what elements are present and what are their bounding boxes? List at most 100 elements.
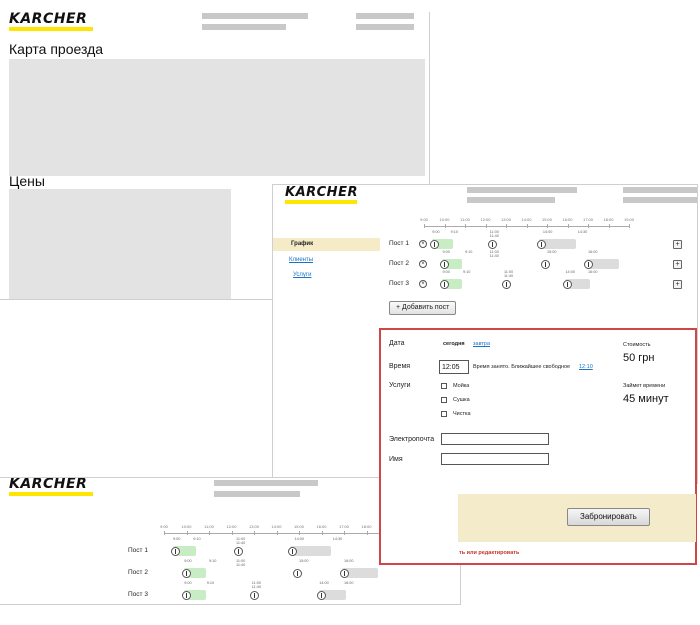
timeline-tick-label: 10:00 <box>181 524 192 529</box>
slot-handle-icon[interactable] <box>540 260 550 269</box>
booked-slot[interactable] <box>440 259 462 269</box>
booked-slot[interactable] <box>288 546 331 556</box>
timeline-tick <box>444 224 446 228</box>
date-tomorrow-link[interactable]: завтра <box>473 341 490 347</box>
nav-item-services[interactable]: Услуги <box>293 272 311 278</box>
timeline-tick <box>276 531 278 535</box>
booked-slot[interactable] <box>430 239 453 249</box>
slot-time-label: 16:00 <box>588 250 598 254</box>
timeline-tick <box>608 224 610 228</box>
slot-time-label: 9:10 <box>450 230 459 234</box>
timeline-tick <box>366 531 368 535</box>
header-placeholder <box>202 13 308 19</box>
booked-slot[interactable] <box>317 590 347 600</box>
remove-post-icon[interactable]: × <box>419 280 427 288</box>
slot-time-label: 9:00 <box>173 537 181 541</box>
timeline-tick <box>209 531 210 535</box>
karcher-logo: KÄRCHER <box>285 185 358 200</box>
slot-handle-icon[interactable] <box>583 260 593 269</box>
timeline-tick-label: 13:00 <box>248 524 260 529</box>
timeline-tick-label: 11:00 <box>204 524 214 529</box>
duration-value: 45 минут <box>623 393 669 405</box>
nav-item-clients[interactable]: Клиенты <box>289 257 313 263</box>
email-field[interactable] <box>441 433 549 445</box>
slot-time-label: 14:00 <box>542 230 553 234</box>
slot-time-label: 11:40 <box>236 563 246 567</box>
timeline-tick <box>299 531 300 535</box>
booked-slot[interactable] <box>563 279 591 289</box>
slot-handle-icon[interactable] <box>171 547 180 556</box>
slot-handle-icon[interactable] <box>249 591 259 600</box>
remove-post-icon[interactable]: × <box>419 240 427 248</box>
slot-handle-icon[interactable] <box>430 240 440 249</box>
add-post-button[interactable]: + Добавить пост <box>389 301 457 315</box>
booked-slot[interactable] <box>182 568 206 578</box>
slot-handle-icon[interactable] <box>288 547 297 556</box>
slot-handle-icon[interactable] <box>339 569 349 578</box>
nav-item-schedule[interactable]: График <box>273 238 380 251</box>
slot-time-label: 15:00 <box>299 559 309 563</box>
header-placeholder <box>214 480 318 486</box>
booked-slot[interactable] <box>536 239 576 249</box>
logo-underline <box>285 200 357 204</box>
booked-slot[interactable] <box>540 259 553 269</box>
slot-time-label: 11:40 <box>489 254 499 258</box>
service-clean-checkbox[interactable] <box>441 411 447 417</box>
slot-handle-icon[interactable] <box>292 569 302 578</box>
booked-slot[interactable] <box>234 546 246 556</box>
booked-slot[interactable] <box>440 279 462 289</box>
post-label: Пост 1 <box>389 240 409 247</box>
slot-handle-icon[interactable] <box>234 547 243 556</box>
slot-time-label: 14:00 <box>565 270 575 274</box>
slot-handle-icon[interactable] <box>182 569 192 578</box>
booking-form: Дата сегодня завтра Время Время занято. … <box>379 328 697 565</box>
booked-slot[interactable] <box>487 239 500 249</box>
slot-handle-icon[interactable] <box>487 240 497 249</box>
slot-time-label: 14:30 <box>332 537 343 541</box>
add-slot-button[interactable]: + <box>673 240 682 249</box>
service-wash-checkbox[interactable] <box>441 383 447 389</box>
services-label: Услуги <box>389 382 411 389</box>
schedule-timeline: 9:00 10:00 11:00 12:00 13:00 14:00 15:00 16:00 1… <box>128 524 418 604</box>
karcher-logo: KÄRCHER <box>9 12 88 27</box>
slot-handle-icon[interactable] <box>563 280 573 289</box>
booked-slot[interactable] <box>249 590 262 600</box>
timeline-tick <box>321 531 323 535</box>
slot-handle-icon[interactable] <box>501 280 511 289</box>
booked-slot[interactable] <box>583 259 619 269</box>
add-slot-button[interactable]: + <box>673 260 682 269</box>
next-free-time-link[interactable]: 12:10 <box>579 364 593 370</box>
booked-slot[interactable] <box>292 568 305 578</box>
timeline-tick-label: 9:00 <box>420 217 428 222</box>
booked-slot[interactable] <box>182 590 206 600</box>
slot-handle-icon[interactable] <box>440 260 450 269</box>
timeline-tick <box>186 531 188 535</box>
slot-handle-icon[interactable] <box>536 240 546 249</box>
timeline-tick-label: 9:00 <box>160 524 168 529</box>
timeline-tick <box>506 224 507 228</box>
time-input[interactable] <box>439 360 469 374</box>
booked-slot[interactable] <box>171 546 196 556</box>
slot-time-label: 9:10 <box>209 559 217 563</box>
timeline-tick-label: 17:00 <box>338 524 350 529</box>
slot-time-label: 16:00 <box>344 559 354 563</box>
slot-handle-icon[interactable] <box>317 591 327 600</box>
slot-handle-icon[interactable] <box>440 280 450 289</box>
cancel-or-edit-note[interactable]: ть или редактировать <box>459 550 519 556</box>
book-button[interactable]: Забронировать <box>567 508 650 526</box>
header-placeholder <box>202 24 286 30</box>
booked-slot[interactable] <box>339 568 378 578</box>
remove-post-icon[interactable]: × <box>419 260 427 268</box>
timeline-tick <box>344 531 345 535</box>
timeline-tick-label: 16:00 <box>316 524 327 529</box>
logo-underline <box>9 27 93 31</box>
name-field[interactable] <box>441 453 549 465</box>
booked-slot[interactable] <box>501 279 514 289</box>
timeline-tick-label: 16:00 <box>562 217 573 222</box>
service-dry-checkbox[interactable] <box>441 397 447 403</box>
cost-label: Стоимость <box>623 342 651 348</box>
add-slot-button[interactable]: + <box>673 280 682 289</box>
slot-time-label: 14:00 <box>319 581 329 585</box>
slot-handle-icon[interactable] <box>182 591 192 600</box>
date-today[interactable]: сегодня <box>443 341 465 347</box>
